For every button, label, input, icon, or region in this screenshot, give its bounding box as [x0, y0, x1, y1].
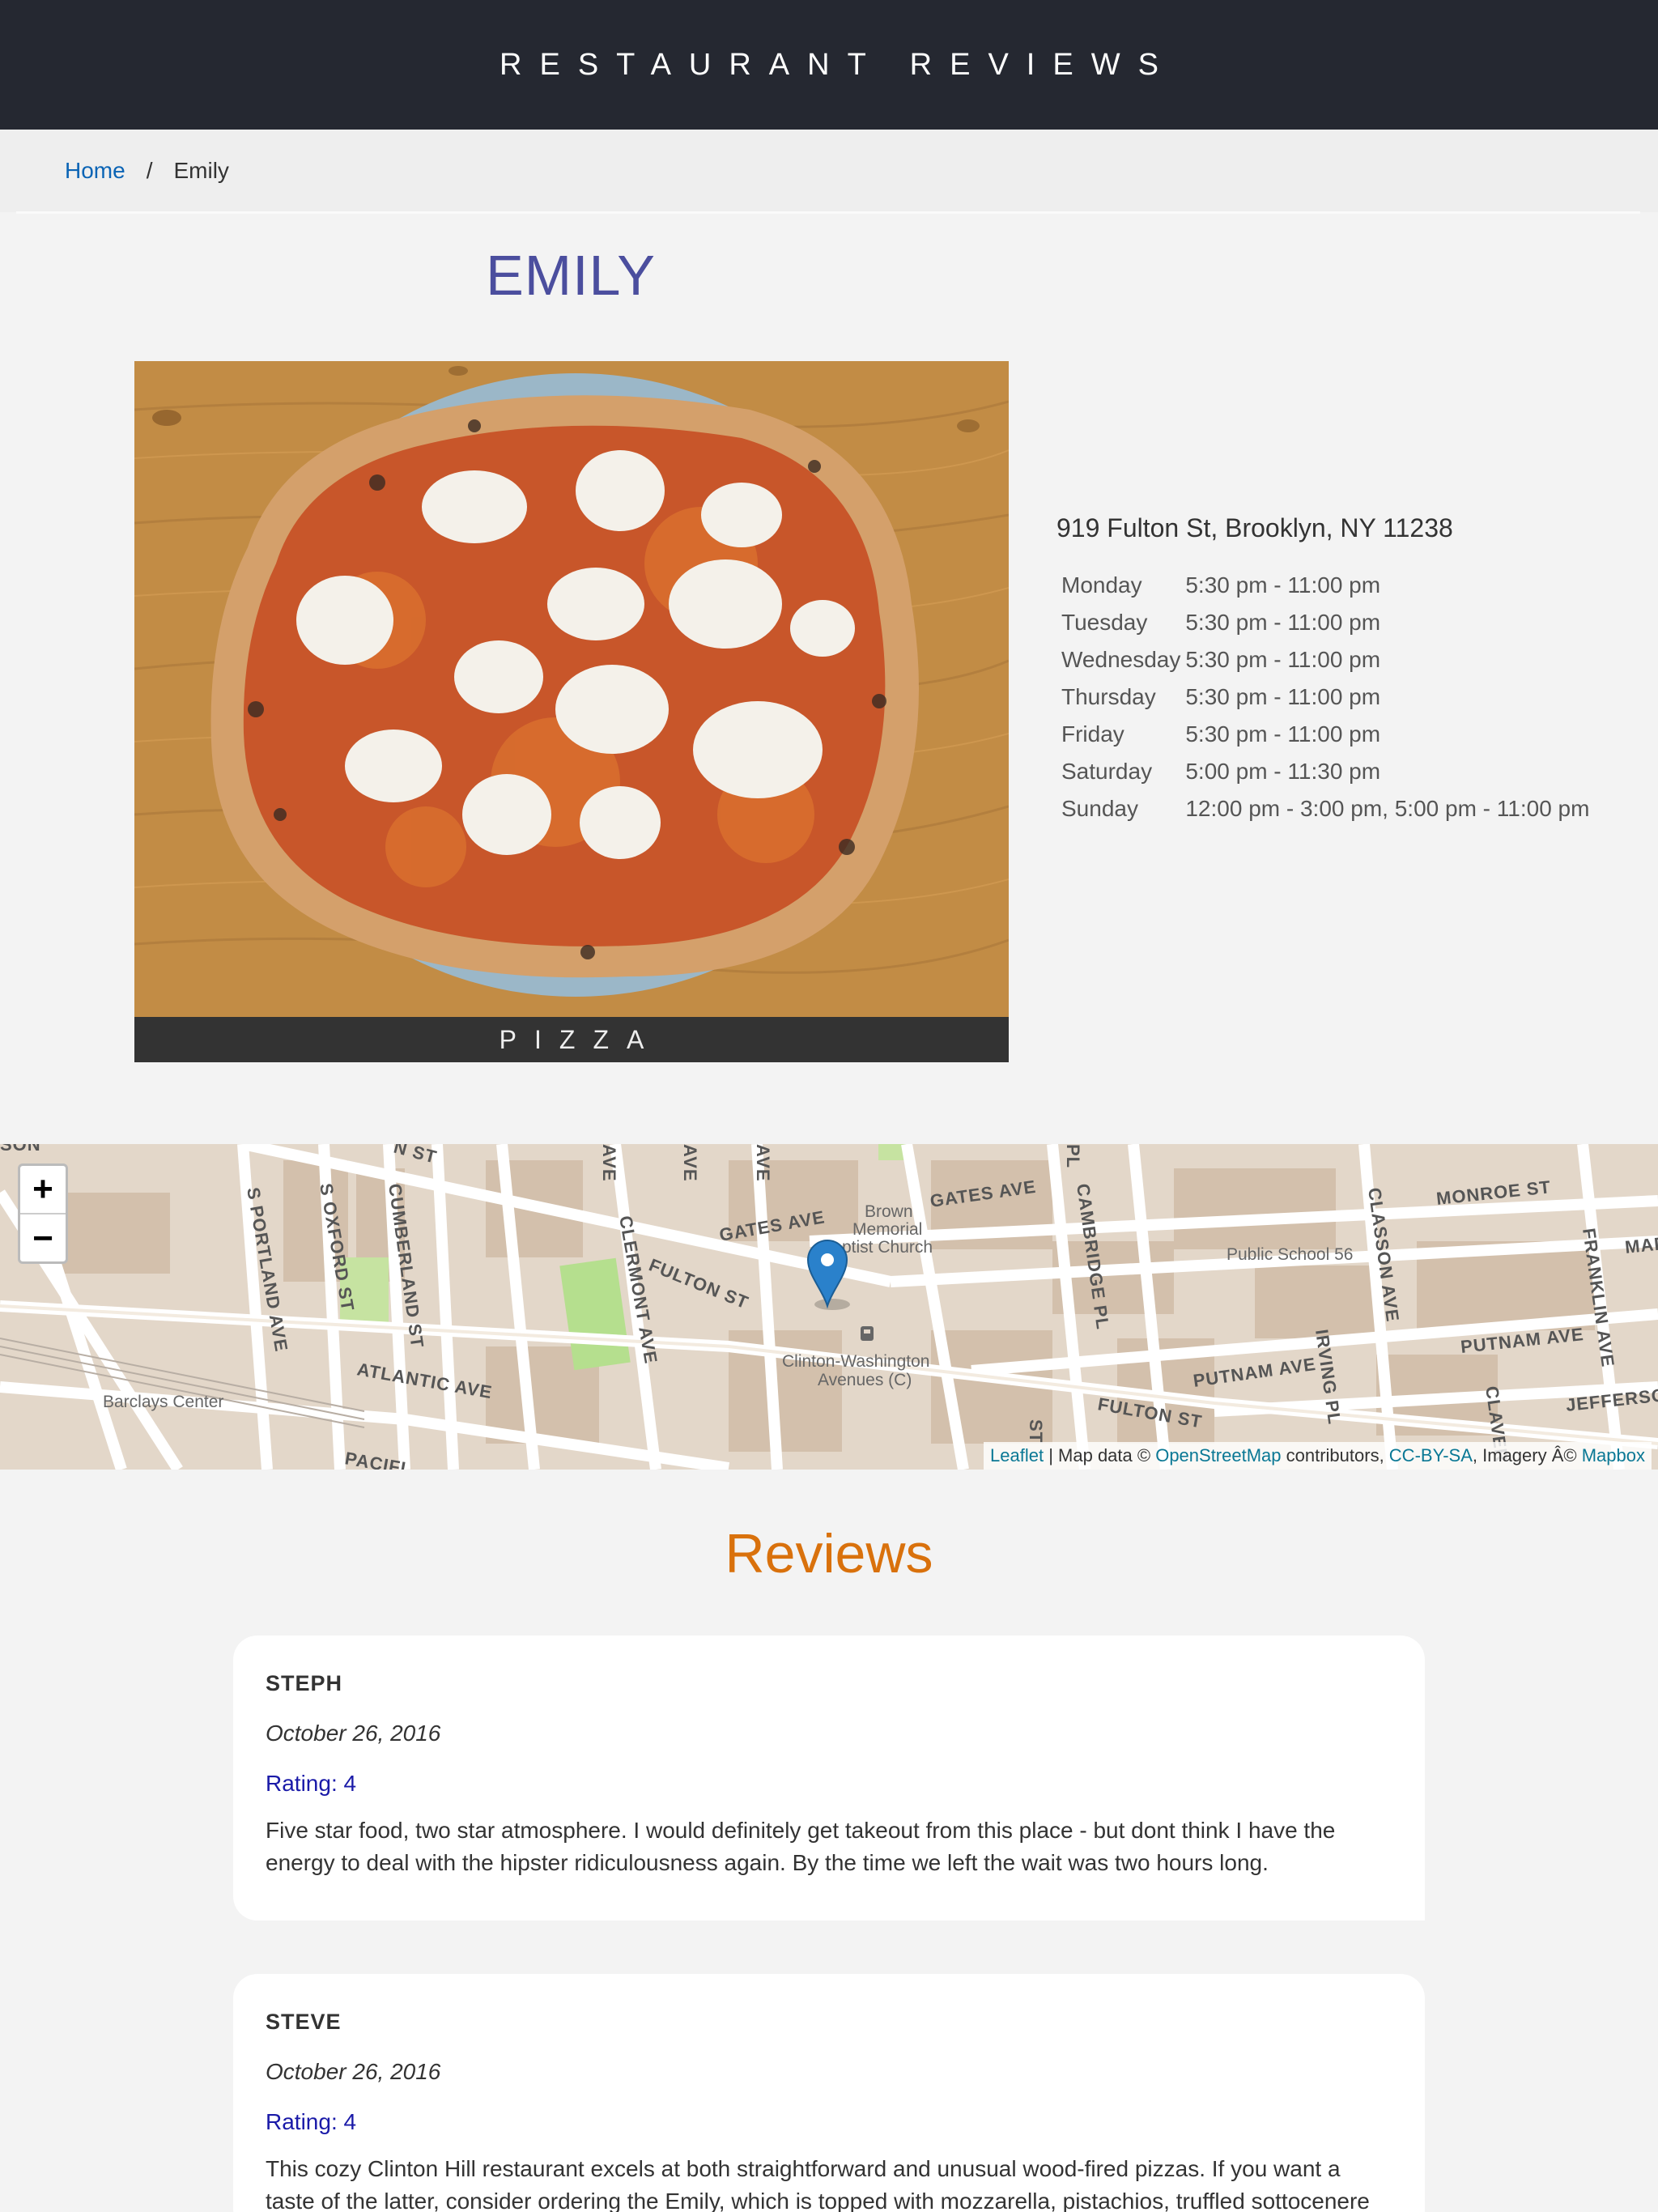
breadcrumb-home-link[interactable]: Home [65, 158, 125, 184]
map-attribution: Leaflet | Map data © OpenStreetMap contr… [984, 1442, 1652, 1470]
hours-time: 5:30 pm - 11:00 pm [1185, 647, 1381, 672]
map-label-station-2: Avenues (C) [818, 1371, 912, 1389]
breadcrumb-separator: / [146, 158, 153, 183]
hours-row: Tuesday 5:30 pm - 11:00 pm [1061, 604, 1589, 641]
breadcrumb-current: Emily [173, 158, 229, 183]
license-link[interactable]: CC-BY-SA [1389, 1445, 1473, 1465]
review-card: STEVE October 26, 2016 Rating: 4 This co… [233, 1974, 1425, 2212]
review-date: October 26, 2016 [266, 1721, 441, 1746]
hours-day: Wednesday [1061, 647, 1181, 672]
hours-time: 5:00 pm - 11:30 pm [1185, 759, 1381, 784]
map-label-ave-1: AVE [680, 1144, 700, 1182]
openstreetmap-link[interactable]: OpenStreetMap [1155, 1445, 1281, 1465]
attribution-text-1: | Map data © [1044, 1445, 1156, 1465]
review-rating: Rating: 4 [266, 1771, 357, 1796]
hours-time: 5:30 pm - 11:00 pm [1185, 684, 1381, 709]
map-label-pl: PL [1063, 1144, 1083, 1168]
restaurant-address: 919 Fulton St, Brooklyn, NY 11238 [1056, 513, 1453, 542]
review-rating: Rating: 4 [266, 2109, 357, 2134]
site-header: RESTAURANT REVIEWS [0, 0, 1658, 130]
review-comments: Five star food, two star atmosphere. I w… [266, 1818, 1336, 1875]
zoom-in-button[interactable]: + [20, 1166, 66, 1214]
map-tiles: GATES AVE GATES AVE FULTON ST FULTON ST … [0, 1144, 1658, 1470]
attribution-text-3: , Imagery Â© [1472, 1445, 1582, 1465]
restaurant-image [134, 361, 1009, 1017]
hours-day: Thursday [1061, 684, 1156, 709]
restaurant-name: EMILY [486, 244, 656, 307]
leaflet-link[interactable]: Leaflet [990, 1445, 1044, 1465]
hours-day: Sunday [1061, 796, 1138, 821]
hours-time: 5:30 pm - 11:00 pm [1185, 721, 1381, 747]
hours-row: Thursday 5:30 pm - 11:00 pm [1061, 678, 1589, 716]
pizza-image [134, 361, 1009, 1017]
hours-row: Friday 5:30 pm - 11:00 pm [1061, 716, 1589, 753]
hours-day: Saturday [1061, 759, 1153, 784]
hours-row: Monday 5:30 pm - 11:00 pm [1061, 567, 1589, 604]
hours-row: Sunday 12:00 pm - 3:00 pm, 5:00 pm - 11:0… [1061, 790, 1589, 827]
review-author: STEVE [266, 2010, 342, 2034]
attribution-text-2: contributors, [1281, 1445, 1389, 1465]
hours-time: 5:30 pm - 11:00 pm [1185, 572, 1381, 598]
review-card: STEPH October 26, 2016 Rating: 4 Five st… [233, 1636, 1425, 1921]
hours-row: Saturday 5:00 pm - 11:30 pm [1061, 753, 1589, 790]
map-label-st-2: ST [1026, 1419, 1046, 1444]
hours-time: 12:00 pm - 3:00 pm, 5:00 pm - 11:00 pm [1185, 796, 1590, 821]
review-comments: This cozy Clinton Hill restaurant excels… [266, 2156, 1370, 2212]
review-author: STEPH [266, 1671, 343, 1695]
hours-table: Monday 5:30 pm - 11:00 pm Tuesday 5:30 pm -… [1056, 567, 1594, 827]
cuisine-label: PIZZA [134, 1017, 1009, 1062]
zoom-out-button[interactable]: − [20, 1214, 66, 1263]
hours-row: Wednesday 5:30 pm - 11:00 pm [1061, 641, 1589, 678]
zoom-control: + − [18, 1163, 68, 1264]
transit-icon [861, 1326, 874, 1341]
divider [16, 211, 1640, 214]
reviews-title: Reviews [725, 1523, 933, 1585]
map-label-school: Public School 56 [1226, 1245, 1353, 1264]
map-label-church-3: ptist Church [842, 1238, 933, 1257]
map-label-son: SON [0, 1144, 41, 1155]
review-date: October 26, 2016 [266, 2059, 441, 2084]
hours-time: 5:30 pm - 11:00 pm [1185, 610, 1381, 635]
mapbox-link[interactable]: Mapbox [1582, 1445, 1645, 1465]
breadcrumb: Home / Emily [0, 130, 1658, 212]
hours-day: Tuesday [1061, 610, 1148, 635]
map-label-church-2: Memorial [852, 1220, 922, 1239]
hours-day: Friday [1061, 721, 1124, 747]
map-label-ave-3: AVE [599, 1144, 619, 1182]
map-label-barclays: Barclays Center [103, 1393, 223, 1411]
map-label-church-1: Brown [865, 1202, 913, 1221]
map-label-ave-2: AVE [753, 1144, 773, 1182]
hours-table-body: Monday 5:30 pm - 11:00 pm Tuesday 5:30 pm -… [1061, 567, 1589, 827]
map[interactable]: GATES AVE GATES AVE FULTON ST FULTON ST … [0, 1144, 1658, 1470]
map-label-station-1: Clinton-Washington [782, 1352, 929, 1371]
site-title-link[interactable]: RESTAURANT REVIEWS [482, 48, 1176, 83]
hours-day: Monday [1061, 572, 1142, 598]
